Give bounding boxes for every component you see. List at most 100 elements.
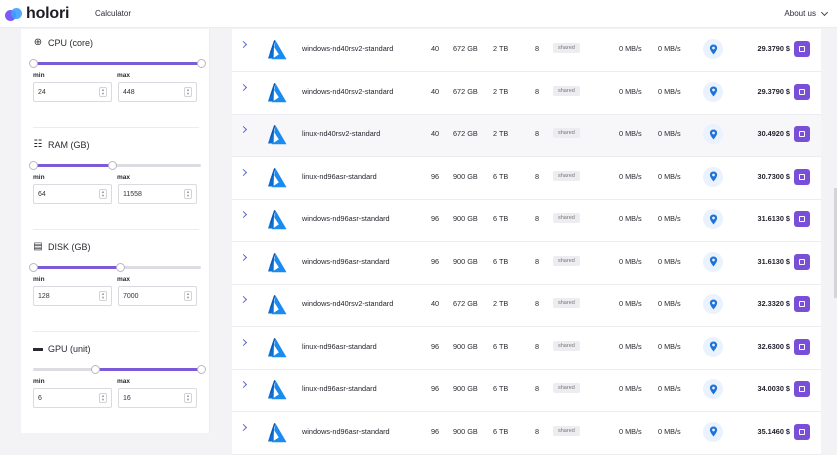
ram-size: 900 GB	[453, 214, 478, 223]
cpu-count: 96	[431, 341, 440, 351]
chevron-right-icon[interactable]	[239, 253, 248, 261]
chevron-right-icon[interactable]	[239, 338, 248, 346]
min-max-labels: min max	[33, 72, 201, 79]
min-input[interactable]: 64 ▲ ▼	[33, 184, 112, 204]
cpu-count: 96	[431, 256, 440, 266]
table-row[interactable]: windows-nd40rsv2-standard 40 672 GB 2 TB 8 sh…	[232, 30, 821, 72]
stepper-icon[interactable]: ▲ ▼	[99, 291, 107, 301]
add-to-cart-button[interactable]	[794, 423, 810, 440]
azure-logo-icon	[265, 336, 289, 360]
tenancy-badge: shared	[553, 213, 580, 223]
table-row[interactable]: windows-nd96asr-standard 96 900 GB 6 TB 8 sha…	[232, 412, 821, 455]
min-input[interactable]: 24 ▲ ▼	[33, 82, 112, 102]
min-input[interactable]: 6 ▲ ▼	[33, 388, 112, 408]
azure-logo-icon	[265, 293, 289, 317]
stepper-icon[interactable]: ▲ ▼	[184, 87, 192, 97]
max-input[interactable]: 11558 ▲ ▼	[118, 184, 197, 204]
cpu-count: 96	[431, 214, 440, 223]
input-value: 6	[38, 394, 42, 402]
logo-text: holori	[26, 5, 70, 22]
chevron-right-icon[interactable]	[239, 380, 248, 389]
range-slider-max-handle[interactable]	[116, 263, 126, 272]
azure-logo-icon	[265, 38, 289, 62]
table-row[interactable]: linux-nd96asr-standard 96 900 GB 6 TB 8 share…	[232, 370, 821, 412]
tenancy-badge: shared	[553, 383, 580, 393]
chevron-right-icon[interactable]	[239, 125, 248, 134]
filter-divider	[33, 331, 199, 332]
stepper-icon[interactable]: ▲ ▼	[184, 189, 192, 199]
range-slider-max-handle[interactable]	[197, 59, 206, 68]
stepper-icon[interactable]: ▲ ▼	[99, 87, 107, 97]
network-in: 0 MB/s	[619, 171, 642, 181]
hourly-price: 29.3790 $	[757, 86, 790, 96]
add-to-cart-button[interactable]	[794, 41, 810, 57]
add-to-cart-button[interactable]	[794, 381, 810, 397]
chevron-right-icon[interactable]	[239, 83, 248, 91]
network-out: 0 MB/s	[658, 171, 681, 181]
network-out: 0 MB/s	[658, 299, 681, 308]
cpu-count: 40	[431, 44, 440, 53]
ram-size: 900 GB	[453, 384, 478, 393]
range-slider-max-handle[interactable]	[197, 365, 206, 374]
add-icon	[799, 343, 805, 350]
stepper-icon[interactable]: ▲ ▼	[99, 393, 107, 403]
gpu-count: 8	[535, 44, 540, 53]
table-row[interactable]: windows-nd96asr-standard 96 900 GB 6 TB 8 sha…	[232, 242, 821, 285]
chevron-right-icon[interactable]	[239, 168, 248, 176]
stepper-icon[interactable]: ▲ ▼	[184, 291, 192, 301]
input-value: 7000	[123, 292, 139, 300]
add-to-cart-button[interactable]	[794, 253, 810, 270]
network-out: 0 MB/s	[658, 384, 681, 393]
gpu-count: 8	[535, 256, 540, 266]
range-slider-min-handle[interactable]	[91, 365, 101, 374]
add-to-cart-button[interactable]	[794, 126, 810, 142]
max-input[interactable]: 448 ▲ ▼	[118, 82, 197, 102]
min-input[interactable]: 128 ▲ ▼	[33, 286, 112, 306]
range-slider-disk[interactable]	[29, 263, 201, 272]
add-to-cart-button[interactable]	[794, 211, 810, 227]
range-slider-gpu[interactable]	[33, 365, 206, 374]
max-input[interactable]: 7000 ▲ ▼	[118, 286, 197, 306]
range-slider-fill	[33, 62, 201, 65]
range-slider-min-handle[interactable]	[29, 59, 38, 68]
disk-size: 2 TB	[493, 44, 509, 53]
add-to-cart-button[interactable]	[794, 83, 810, 100]
range-slider-min-handle[interactable]	[29, 161, 38, 170]
instance-results-table: windows-nd40rsv2-standard 40 672 GB 2 TB 8 sh…	[232, 29, 821, 455]
instance-name: windows-nd96asr-standard	[302, 256, 390, 266]
table-row[interactable]: windows-nd96asr-standard 96 900 GB 6 TB 8 sha…	[232, 200, 821, 242]
add-to-cart-button[interactable]	[794, 168, 810, 185]
hourly-price: 34.0030 $	[757, 384, 790, 393]
network-out: 0 MB/s	[658, 44, 681, 53]
range-slider-min-handle[interactable]	[29, 263, 38, 272]
stepper-icon[interactable]: ▲ ▼	[184, 393, 192, 403]
network-in: 0 MB/s	[619, 341, 642, 351]
table-row[interactable]: linux-nd96asr-standard 96 900 GB 6 TB 8 share…	[232, 327, 821, 370]
table-row[interactable]: linux-nd40rsv2-standard 40 672 GB 2 TB 8 shar…	[232, 115, 821, 157]
cpu-count: 40	[431, 299, 440, 308]
table-row[interactable]: windows-nd40rsv2-standard 40 672 GB 2 TB 8 sh…	[232, 285, 821, 327]
stepper-icon[interactable]: ▲ ▼	[99, 189, 107, 199]
chevron-right-icon[interactable]	[239, 295, 248, 304]
instance-name: windows-nd40rsv2-standard	[302, 299, 394, 308]
nav-calculator-link[interactable]: Calculator	[95, 9, 131, 18]
add-to-cart-button[interactable]	[794, 338, 810, 355]
max-input[interactable]: 16 ▲ ▼	[118, 388, 197, 408]
hourly-price: 32.3320 $	[757, 299, 790, 308]
range-slider-ram[interactable]	[29, 161, 201, 170]
range-slider-cpu[interactable]	[29, 59, 206, 68]
table-row[interactable]: linux-nd96asr-standard 96 900 GB 6 TB 8 share…	[232, 157, 821, 200]
holori-logo[interactable]: holori	[5, 5, 69, 23]
tenancy-badge: shared	[553, 298, 580, 308]
min-max-inputs: 24 ▲ ▼ 448 ▲ ▼	[33, 82, 201, 102]
instance-name: linux-nd40rsv2-standard	[302, 129, 381, 138]
table-row[interactable]: windows-nd40rsv2-standard 40 672 GB 2 TB 8 sh…	[232, 72, 821, 115]
about-us-menu[interactable]: About us	[784, 8, 829, 18]
chevron-right-icon[interactable]	[239, 40, 248, 49]
tenancy-badge: shared	[553, 425, 580, 436]
range-slider-max-handle[interactable]	[107, 161, 117, 170]
add-to-cart-button[interactable]	[794, 296, 810, 312]
chevron-right-icon[interactable]	[239, 210, 248, 219]
filter-title-label: RAM (GB)	[48, 139, 90, 150]
chevron-right-icon[interactable]	[239, 423, 248, 431]
